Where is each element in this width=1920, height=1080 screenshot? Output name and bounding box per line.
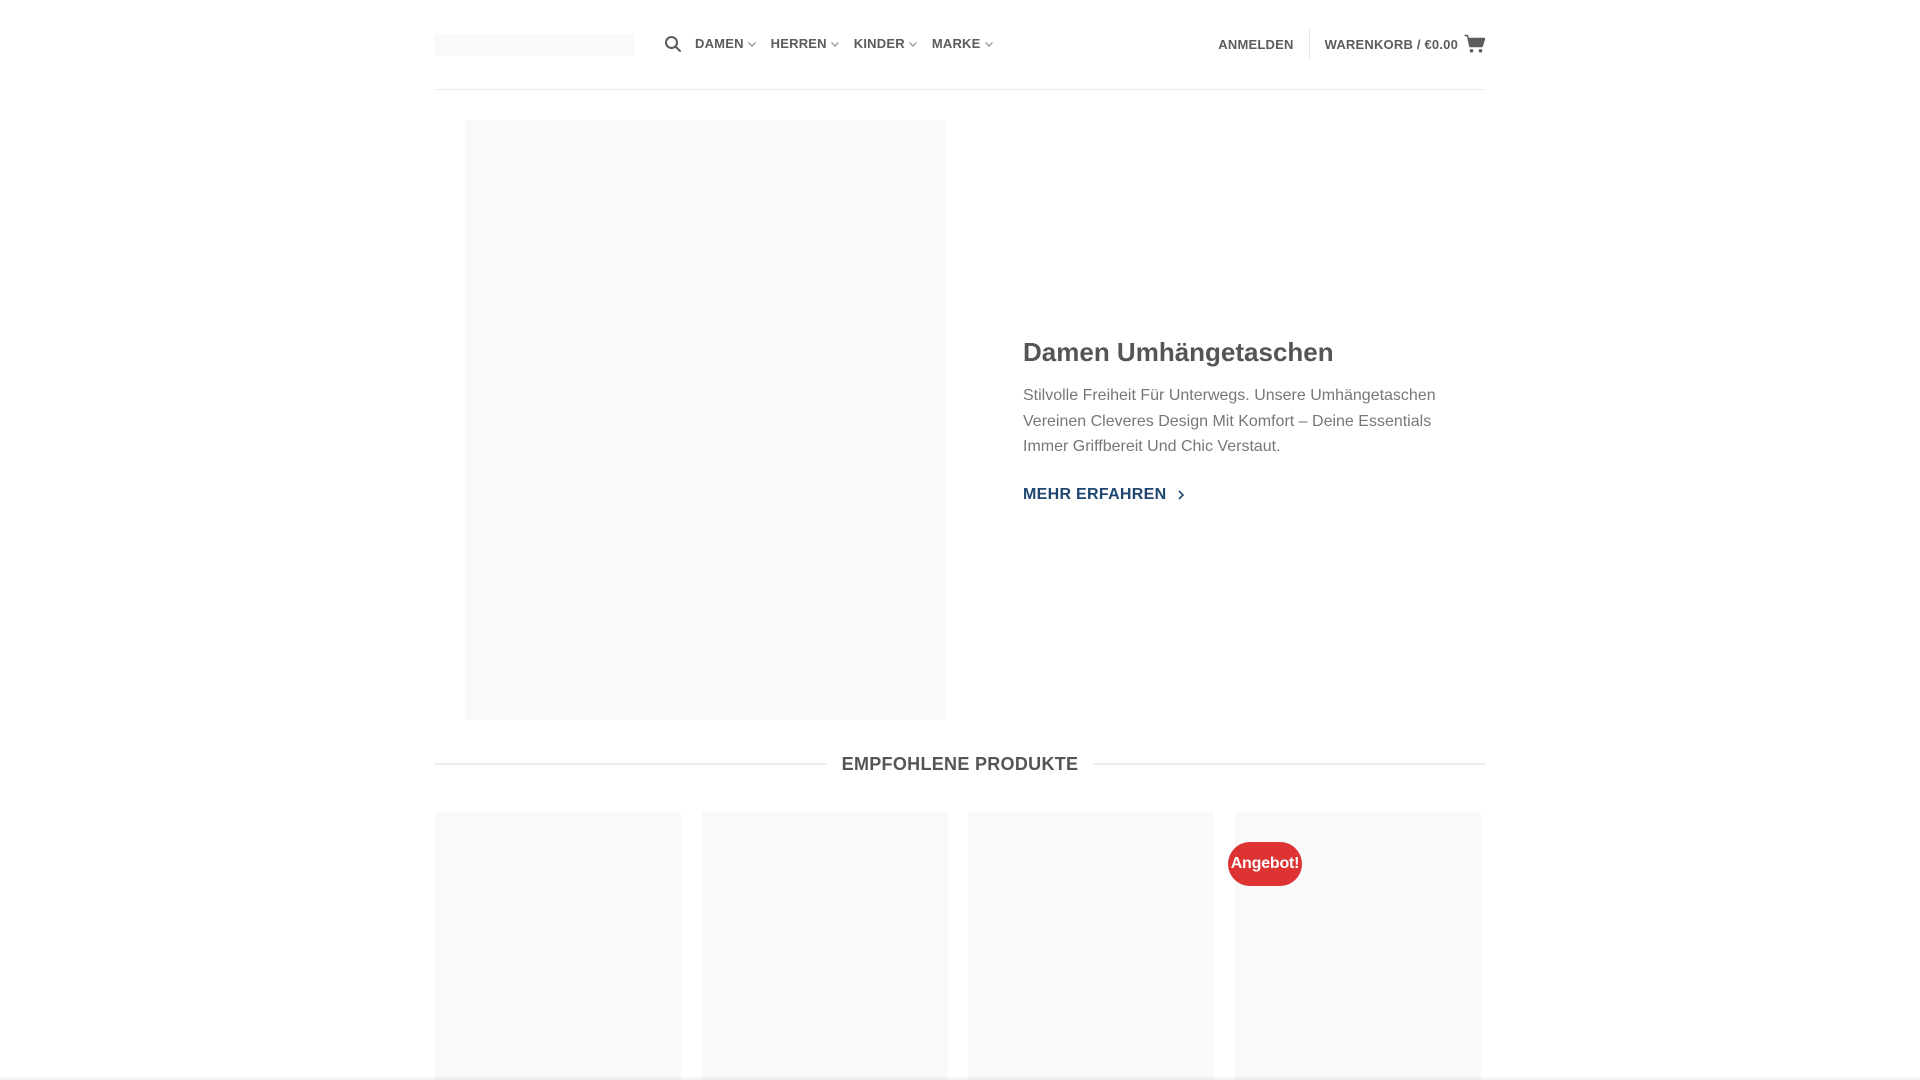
featured-title: EMPFOHLENE PRODUKTE — [841, 753, 1079, 774]
featured-section-title: EMPFOHLENE PRODUKTE — [435, 752, 1485, 776]
nav-item-marke[interactable]: MARKE — [932, 36, 994, 51]
learn-more-label: MEHR ERFAHREN — [1023, 485, 1167, 503]
cart-label: WARENKORB / €0.00 — [1324, 36, 1458, 52]
cart-icon — [1464, 34, 1485, 53]
search-button[interactable] — [664, 35, 682, 53]
nav-item-damen[interactable]: DAMEN — [695, 36, 757, 51]
main-nav: DAMEN HERREN KINDER MARKE — [695, 36, 994, 51]
product-card[interactable] — [702, 812, 948, 1080]
section-divider-left — [435, 763, 827, 765]
page: DAMEN HERREN KINDER MARKE ANMELDEN WAREN… — [0, 0, 1920, 1080]
site-header: DAMEN HERREN KINDER MARKE ANMELDEN WAREN… — [435, 0, 1485, 90]
site-logo[interactable] — [435, 34, 635, 56]
hero-content: Damen Umhängetaschen Stilvolle Freiheit … — [1023, 335, 1463, 504]
hero-title: Damen Umhängetaschen — [1023, 337, 1334, 367]
learn-more-button[interactable]: MEHR ERFAHREN — [1023, 486, 1186, 504]
login-link[interactable]: ANMELDEN — [1218, 37, 1308, 52]
product-card[interactable] — [435, 812, 681, 1080]
product-card[interactable] — [968, 812, 1214, 1080]
chevron-right-icon — [1178, 489, 1185, 500]
search-icon — [665, 36, 681, 52]
nav-item-label: HERREN — [770, 36, 827, 51]
nav-item-label: KINDER — [853, 36, 905, 51]
chevron-down-icon — [830, 41, 839, 47]
hero-description: Stilvolle Freiheit Für Unterwegs. Unsere… — [1023, 387, 1436, 455]
chevron-down-icon — [747, 41, 756, 47]
chevron-down-icon — [908, 41, 917, 47]
sale-badge: Angebot! — [1228, 842, 1302, 886]
cart-link[interactable]: WARENKORB / €0.00 — [1310, 34, 1485, 54]
header-actions: ANMELDEN WARENKORB / €0.00 — [1218, 28, 1485, 60]
featured-products — [435, 812, 1485, 1080]
hero-image — [465, 120, 945, 720]
nav-item-kinder[interactable]: KINDER — [854, 36, 918, 51]
nav-item-label: DAMEN — [695, 36, 744, 51]
chevron-down-icon — [984, 41, 993, 47]
section-divider-right — [1093, 763, 1485, 765]
viewport-bottom-edge — [0, 1076, 1920, 1080]
nav-item-herren[interactable]: HERREN — [771, 36, 840, 51]
nav-item-label: MARKE — [931, 36, 981, 51]
